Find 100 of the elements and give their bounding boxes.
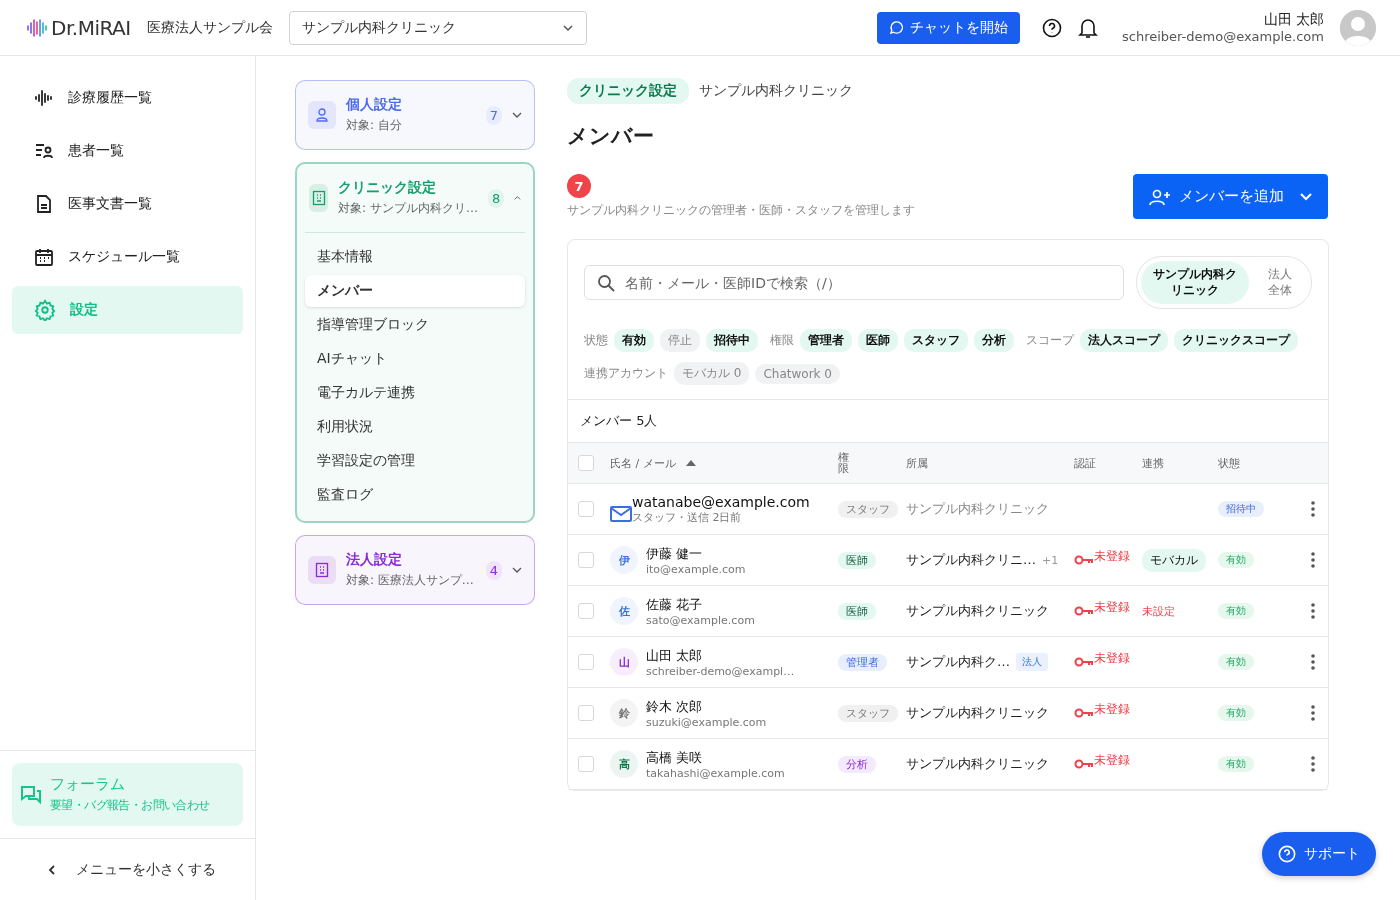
row-checkbox[interactable] [578,756,594,773]
member-subtext: takahashi@example.com [646,766,785,780]
row-checkbox[interactable] [578,705,594,722]
sidebar-item[interactable]: 診療履歴一覧 [12,74,243,122]
key-icon [1074,554,1094,567]
settings-menu-item[interactable]: AIチャット [305,343,525,375]
filter-chip[interactable]: 分析 [974,329,1014,353]
help-icon [1278,845,1296,863]
column-header[interactable]: 氏名 / メール [610,455,676,471]
chevron-left-icon [48,863,56,876]
filter-chip[interactable]: 招待中 [706,329,758,353]
status-tag: 有効 [1218,756,1254,773]
settings-menu-item[interactable]: 学習設定の管理 [305,445,525,477]
page-description: サンプル内科クリニックの管理者・医師・スタッフを管理します [567,202,915,219]
auth-status: 未登録 [1094,701,1130,719]
collapse-menu-button[interactable]: メニューを小さくする [0,838,255,900]
avatar-initial: 山 [610,648,638,677]
chat-bubble-icon [889,20,904,35]
chevron-down-icon [512,112,522,118]
settings-group-header[interactable]: 個人設定 対象: 自分 7 [304,81,526,149]
start-chat-button[interactable]: チャットを開始 [877,11,1020,44]
settings-menu-item[interactable]: 利用状況 [305,411,525,443]
more-options-icon[interactable] [1311,705,1315,722]
affiliation-text: サンプル内科クリニ… [906,551,1036,570]
filter-chip[interactable]: 有効 [614,329,654,353]
affiliation-text: サンプル内科クリニック [906,602,1049,621]
user-email: schreiber-demo@example.com [1122,29,1324,44]
member-name: 佐藤 花子 [646,595,704,614]
row-checkbox[interactable] [578,501,594,518]
column-header: 認証 [1074,455,1097,471]
settings-menu-item[interactable]: 指導管理ブロック [305,309,525,341]
auth-status: 未登録 [1094,548,1130,566]
page-title: メンバー [567,123,655,150]
member-name: 高橋 美咲 [646,748,704,767]
logo-text: Dr.MiRAI [51,15,131,40]
auth-status: 未登録 [1094,752,1130,770]
filter-label: 連携アカウント [584,365,668,383]
envelope-icon [610,506,632,523]
member-subtext: sato@example.com [646,613,755,627]
settings-menu-item[interactable]: 電子カルテ連携 [305,377,525,409]
building-icon [311,190,326,206]
row-checkbox[interactable] [578,654,594,671]
key-icon [1074,758,1094,771]
row-checkbox[interactable] [578,603,594,620]
sidebar-item[interactable]: 患者一覧 [12,127,243,175]
settings-menu-item[interactable]: 基本情報 [305,241,525,273]
add-member-button[interactable]: メンバーを追加 [1133,174,1328,219]
auth-status: 未登録 [1094,650,1130,668]
filter-chip[interactable]: スタッフ [904,329,968,353]
settings-icon [34,299,56,321]
count-badge: 7 [567,174,591,198]
auth-status: 未登録 [1094,599,1130,617]
settings-menu-item[interactable]: メンバー [305,275,525,307]
settings-menu-item[interactable]: 監査ログ [305,479,525,511]
column-header: 連携 [1142,455,1165,471]
organization-name: 医療法人サンプル会 [146,18,273,37]
linked-account-tag: モバカル [1142,548,1206,572]
scope-option[interactable]: サンプル内科クリニック [1141,261,1249,305]
member-subtext: スタッフ・送信 2日前 [632,510,743,525]
add-person-icon [1149,187,1171,206]
sidebar-item[interactable]: スケジュール一覧 [12,233,243,281]
key-icon [1074,605,1094,618]
affiliation-text: サンプル内科クリニック [906,755,1049,774]
column-header: 状態 [1218,455,1241,471]
search-field[interactable]: 名前・メール・医師IDで検索（/） [584,265,1124,301]
breadcrumb-link[interactable]: クリニック設定 [567,78,689,104]
chevron-down-icon [512,567,522,573]
more-options-icon[interactable] [1311,603,1315,620]
help-icon[interactable] [1042,17,1062,38]
more-options-icon[interactable] [1311,756,1315,773]
support-button[interactable]: サポート [1262,832,1376,876]
filter-chip[interactable]: 法人スコープ [1080,329,1168,353]
member-name: watanabe@example.com [632,493,810,510]
more-options-icon[interactable] [1311,654,1315,671]
select-all-checkbox[interactable] [578,455,594,472]
member-subtext: suzuki@example.com [646,715,767,729]
people-list-icon [34,141,54,161]
avatar-initial: 佐 [610,597,638,626]
more-options-icon[interactable] [1311,552,1315,569]
building-icon [315,562,329,578]
role-tag: スタッフ [838,704,898,722]
key-icon [1074,656,1094,669]
column-header: 権限 [838,451,849,475]
status-tag: 有効 [1218,654,1254,671]
sort-ascending-icon[interactable] [685,460,696,467]
sidebar-item[interactable]: 医事文書一覧 [12,180,243,228]
scope-option[interactable]: 法人全体 [1253,261,1307,305]
status-tag: 招待中 [1218,501,1264,518]
filter-chip[interactable]: 医師 [858,329,898,353]
status-tag: 有効 [1218,552,1254,569]
role-tag: 分析 [838,755,876,773]
avatar-initial: 高 [610,750,638,779]
filter-chip[interactable]: 管理者 [800,329,852,353]
clinic-select[interactable]: サンプル内科クリニック [288,10,587,45]
settings-group-header[interactable]: 法人設定 対象: 医療法人サンプ… 4 [304,536,526,604]
filter-chip[interactable]: クリニックスコープ [1174,329,1298,353]
filter-label: 状態 [584,332,608,350]
more-options-icon[interactable] [1311,501,1315,518]
row-checkbox[interactable] [578,552,594,569]
filter-label: スコープ [1026,332,1074,350]
